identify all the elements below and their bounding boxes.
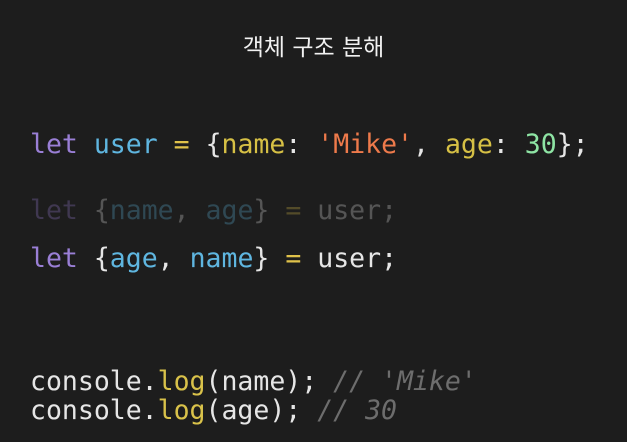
code-token-var: age <box>205 195 254 226</box>
code-token-plain: , <box>173 195 206 226</box>
code-token-op: = <box>285 195 302 226</box>
code-line-object-declaration: let user = {name: 'Mike', age: 30}; <box>30 129 589 161</box>
code-token-str: 'Mike' <box>317 129 414 160</box>
code-token-plain: { <box>189 129 222 160</box>
code-line-destructure-faded: let {name, age} = user; <box>30 195 397 227</box>
code-token-plain: (name); <box>205 366 334 397</box>
slide-title: 객체 구조 분해 <box>242 35 385 61</box>
code-token-op: = <box>285 243 302 274</box>
code-token-plain: { <box>77 243 110 274</box>
code-token-var: age <box>109 243 158 274</box>
code-token-fn: log <box>157 366 206 397</box>
code-token-plain: , <box>157 243 190 274</box>
code-token-plain: user; <box>301 243 398 274</box>
code-line-console-log-age: console.log(age); // 30 <box>30 395 397 427</box>
code-token-kw: let <box>30 129 78 160</box>
code-token-plain: , <box>413 129 445 160</box>
code-token-fn: log <box>157 395 206 426</box>
code-token-cmt: // 'Mike' <box>333 366 477 397</box>
code-token-plain: } <box>253 243 286 274</box>
code-token-cmt: // 30 <box>317 395 397 426</box>
code-token-prop: name <box>221 129 286 160</box>
code-token-prop: age <box>444 129 493 160</box>
code-token-plain: : <box>285 129 318 160</box>
code-token-kw: let <box>30 243 78 274</box>
code-token-plain: user; <box>301 195 398 226</box>
code-token-op: = <box>173 129 190 160</box>
code-token-plain: console. <box>30 366 158 397</box>
code-token-plain: (age); <box>205 395 318 426</box>
code-token-plain: : <box>492 129 525 160</box>
code-token-kw: let <box>30 195 78 226</box>
code-line-console-log-name: console.log(name); // 'Mike' <box>30 366 477 398</box>
code-token-num: 30 <box>524 129 557 160</box>
code-token-plain: }; <box>556 129 589 160</box>
code-token-plain: console. <box>30 395 158 426</box>
code-token-var: name <box>189 243 254 274</box>
code-token-plain: { <box>77 195 110 226</box>
code-token-var: name <box>109 195 174 226</box>
code-token-plain: } <box>253 195 286 226</box>
code-token-var: user <box>93 129 158 160</box>
code-line-destructure-reordered: let {age, name} = user; <box>30 243 397 275</box>
